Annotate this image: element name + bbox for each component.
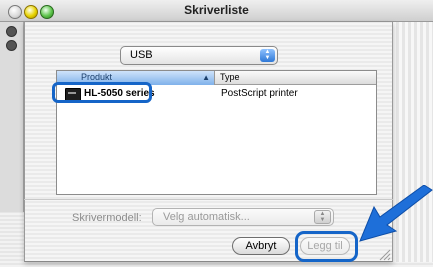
title-bar: Skriverliste xyxy=(0,0,433,22)
background-window-edge xyxy=(0,22,24,212)
connection-type-value: USB xyxy=(130,49,153,61)
connection-type-popup[interactable]: USB ▲ ▼ xyxy=(120,46,278,65)
printer-model-value: Velg automatisk... xyxy=(163,211,250,223)
cancel-button[interactable]: Avbryt xyxy=(232,237,290,255)
printer-model-popup[interactable]: Velg automatisk... ▲ ▼ xyxy=(152,208,334,226)
column-header-type[interactable]: Type xyxy=(220,72,240,82)
bullet-icon xyxy=(6,26,17,37)
printer-type: PostScript printer xyxy=(221,88,298,99)
window-title: Skriverliste xyxy=(184,3,249,17)
popup-arrows-icon: ▲ ▼ xyxy=(314,210,331,224)
callout-arrow-icon xyxy=(359,185,433,242)
separator xyxy=(24,199,393,200)
sort-ascending-icon: ▲ xyxy=(202,73,210,82)
resize-grip-icon[interactable] xyxy=(377,247,391,261)
callout-highlight-add xyxy=(295,231,358,262)
callout-highlight-printer xyxy=(52,82,152,103)
column-header-product-label: Produkt xyxy=(81,72,113,82)
bullet-icon xyxy=(6,40,17,51)
printer-model-label: Skrivermodell: xyxy=(72,212,142,224)
popup-arrows-icon: ▲ ▼ xyxy=(260,49,275,62)
